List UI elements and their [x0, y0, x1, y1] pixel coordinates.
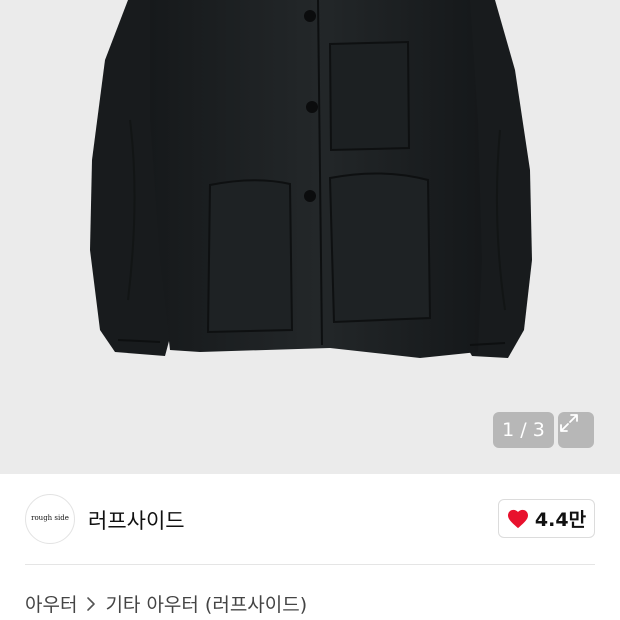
- brand-row: rough side 러프사이드 4.4만: [0, 474, 620, 564]
- breadcrumb-item-subcategory[interactable]: 기타 아우터 (러프사이드): [105, 590, 307, 617]
- like-button[interactable]: 4.4만: [498, 499, 595, 538]
- brand-name-link[interactable]: 러프사이드: [88, 505, 185, 535]
- breadcrumb-item-category[interactable]: 아우터: [25, 590, 77, 617]
- expand-icon: [560, 414, 578, 432]
- divider: [25, 564, 595, 565]
- image-counter: 1 / 3: [493, 412, 554, 448]
- expand-button[interactable]: [558, 412, 594, 448]
- breadcrumb: 아우터 기타 아우터 (러프사이드): [25, 590, 307, 617]
- like-count: 4.4만: [534, 509, 587, 531]
- brand-logo-text: rough side: [31, 513, 69, 522]
- product-image-gallery[interactable]: 1 / 3: [0, 0, 620, 474]
- heart-icon: [507, 509, 528, 528]
- chevron-right-icon: [86, 596, 96, 612]
- brand-logo[interactable]: rough side: [25, 494, 75, 544]
- product-image-jacket[interactable]: [0, 0, 620, 474]
